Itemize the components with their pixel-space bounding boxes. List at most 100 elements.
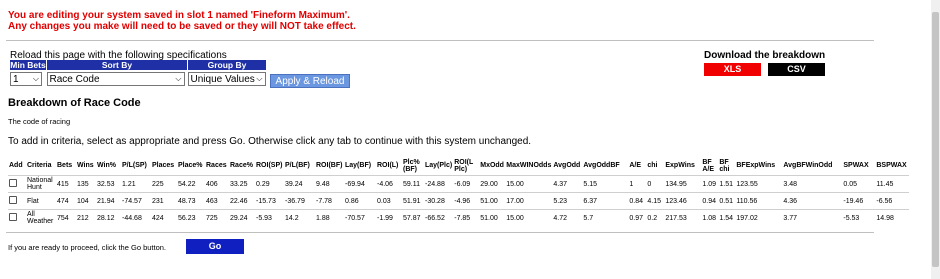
table-cell: -30.28 xyxy=(424,192,454,210)
min-bets-select[interactable]: 1 ⌵ xyxy=(10,72,42,86)
table-cell: -6.09 xyxy=(453,175,480,193)
table-cell: 4.15 xyxy=(646,192,665,210)
chevron-down-icon: ⌵ xyxy=(256,74,263,83)
column-header: Place% xyxy=(178,162,203,169)
table-cell: -7.78 xyxy=(315,192,344,210)
group-by-value: Unique Values xyxy=(190,73,255,85)
table-cell: 424 xyxy=(151,209,177,226)
table-cell: 5.15 xyxy=(582,175,629,193)
add-criteria-checkbox[interactable] xyxy=(9,213,17,221)
column-header: Places xyxy=(152,162,175,169)
column-header: BFExpWins xyxy=(736,162,776,169)
table-cell: 15.00 xyxy=(505,175,553,193)
table-cell: 59.11 xyxy=(402,175,424,193)
table-cell: -6.56 xyxy=(875,192,910,210)
table-cell: 57.87 xyxy=(402,209,424,226)
download-csv-button[interactable]: CSV xyxy=(768,63,825,76)
add-cell xyxy=(8,175,26,193)
table-cell: 1.51 xyxy=(718,175,736,193)
table-cell: 463 xyxy=(205,192,229,210)
column-header: Criteria xyxy=(27,162,52,169)
table-cell: 1.08 xyxy=(701,209,719,226)
table-cell: 212 xyxy=(76,209,96,226)
table-cell: 32.53 xyxy=(96,175,121,193)
column-header: MxOdd xyxy=(480,162,504,169)
go-button[interactable]: Go xyxy=(186,239,244,254)
add-criteria-checkbox[interactable] xyxy=(9,179,17,187)
table-cell: -1.99 xyxy=(376,209,402,226)
table-cell: 0.03 xyxy=(376,192,402,210)
table-cell: -4.96 xyxy=(453,192,480,210)
table-cell: 11.45 xyxy=(875,175,910,193)
warning-line-2: Any changes you make will need to be sav… xyxy=(8,21,356,32)
table-cell: 1 xyxy=(628,175,647,193)
table-cell: 33.25 xyxy=(229,175,255,193)
table-cell: 217.53 xyxy=(664,209,702,226)
table-cell: 29.24 xyxy=(229,209,255,226)
table-cell: -66.52 xyxy=(424,209,454,226)
table-cell: 3.48 xyxy=(782,175,843,193)
table-row: All Weather 754 212 28.12 -44.68 424 56.23 725 2… xyxy=(8,209,910,226)
table-cell: 14.2 xyxy=(284,209,315,226)
column-header: ROI(L) xyxy=(377,162,399,169)
table-cell: 54.22 xyxy=(177,175,205,193)
column-header: BSPWAX xyxy=(876,162,907,169)
breakdown-description: The code of racing xyxy=(8,117,71,126)
table-cell: -70.57 xyxy=(344,209,376,226)
column-header: Plc% (BF) xyxy=(403,158,420,173)
chevron-down-icon: ⌵ xyxy=(175,74,182,83)
table-cell: 9.48 xyxy=(315,175,344,193)
min-bets-header: Min Bets xyxy=(10,60,47,70)
table-body: National Hunt 415 135 32.53 1.21 225 54.22 406 3… xyxy=(8,175,910,226)
table-cell: 17.00 xyxy=(505,192,553,210)
add-cell xyxy=(8,192,26,210)
table-cell: 1.21 xyxy=(121,175,151,193)
table-row: Flat 474 104 21.94 -74.57 231 48.73 463 22.46 -15… xyxy=(8,192,910,210)
table-cell: -36.79 xyxy=(284,192,315,210)
column-header: ROI(L Plc) xyxy=(454,158,474,173)
column-header: SPWAX xyxy=(843,162,869,169)
table-cell: 28.12 xyxy=(96,209,121,226)
table-cell: -19.46 xyxy=(842,192,876,210)
table-cell: 0.2 xyxy=(646,209,665,226)
table-cell: 3.77 xyxy=(782,209,843,226)
table-cell: 110.56 xyxy=(735,192,783,210)
group-by-select[interactable]: Unique Values ⌵ xyxy=(187,72,266,86)
table-cell: 5.7 xyxy=(582,209,629,226)
column-header: Win% xyxy=(97,162,116,169)
table-cell: Flat xyxy=(26,192,56,210)
table-cell: 134.95 xyxy=(664,175,702,193)
column-header: A/E xyxy=(629,162,642,169)
add-criteria-checkbox[interactable] xyxy=(9,196,17,204)
column-header: P/L(SP) xyxy=(122,162,147,169)
reload-controls: Min Bets Sort By Group By 1 ⌵ Race Code … xyxy=(10,60,267,86)
table-cell: 725 xyxy=(205,209,229,226)
table-cell: 754 xyxy=(56,209,76,226)
column-header: ExpWins xyxy=(665,162,695,169)
table-cell: 0.86 xyxy=(344,192,376,210)
table-row: National Hunt 415 135 32.53 1.21 225 54.22 406 3… xyxy=(8,175,910,193)
table-cell: 51.00 xyxy=(479,209,506,226)
scrollbar-thumb[interactable] xyxy=(932,12,939,267)
table-cell: 0.51 xyxy=(718,192,736,210)
table-cell: 1.54 xyxy=(718,209,736,226)
table-cell: -4.06 xyxy=(376,175,402,193)
column-header: Bets xyxy=(57,162,73,169)
column-header: BF A/E xyxy=(702,158,715,173)
table-cell: -5.53 xyxy=(842,209,876,226)
apply-reload-button[interactable]: Apply & Reload xyxy=(270,74,350,88)
sort-by-value: Race Code xyxy=(49,73,100,85)
column-header: MaxWINOdds xyxy=(506,162,552,169)
table-cell: 39.24 xyxy=(284,175,315,193)
sort-by-select[interactable]: Race Code ⌵ xyxy=(46,72,185,86)
column-header: BF chi xyxy=(719,158,730,173)
table-cell: 0.29 xyxy=(255,175,284,193)
column-header: Lay(BF) xyxy=(345,162,372,169)
download-xls-button[interactable]: XLS xyxy=(704,63,761,76)
divider xyxy=(6,232,874,233)
table-cell: 415 xyxy=(56,175,76,193)
table-cell: 231 xyxy=(151,192,177,210)
table-cell: 474 xyxy=(56,192,76,210)
table-cell: 56.23 xyxy=(177,209,205,226)
table-cell: 21.94 xyxy=(96,192,121,210)
